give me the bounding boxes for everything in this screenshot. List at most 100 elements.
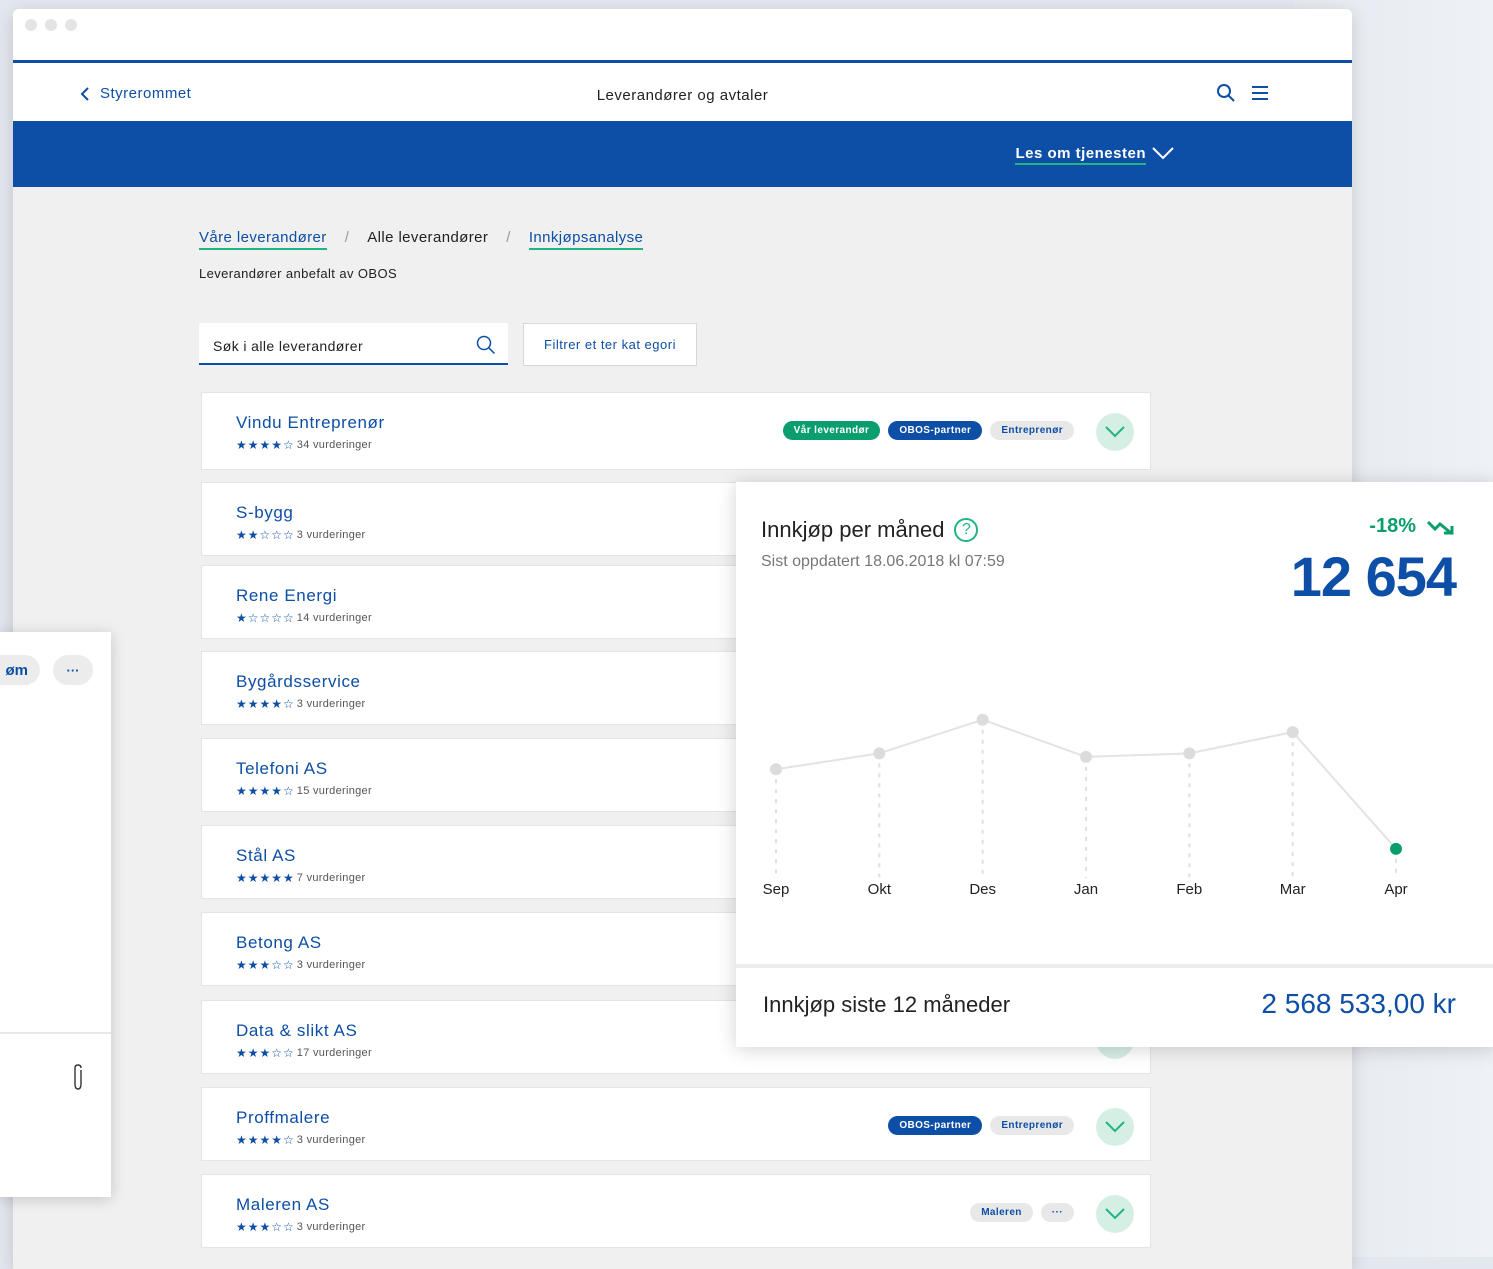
chevron-down-icon[interactable] [1152,145,1174,161]
data-point [770,763,782,776]
supplier-rating: ★★★☆☆ 3 vurderinger [236,958,366,972]
trend-down-icon [1426,520,1454,534]
window-maximize-dot[interactable] [65,19,77,31]
supplier-tags: OBOS-partner Entreprenør [888,1116,1074,1135]
supplier-rating: ★★★★☆ 15 vurderinger [236,784,372,798]
more-button[interactable]: ··· [53,655,93,685]
supplier-tags: Maleren ··· [970,1203,1074,1222]
filter-category-button[interactable]: Filtrer et ter kat egori [523,323,697,366]
rating-count: 7 vurderinger [296,872,366,884]
supplier-tag[interactable]: ··· [1040,1203,1074,1222]
rating-count: 34 vurderinger [296,439,372,451]
page-subtitle: Leverandører anbefalt av OBOS [199,266,398,281]
supplier-name[interactable]: Maleren AS [236,1195,330,1215]
breadcrumb-innkjopsanalyse[interactable]: Innkjøpsanalyse [528,229,644,250]
star-rating-icon: ★★★★☆ [236,784,295,798]
breadcrumb-alle-leverandorer: Alle leverandører [367,229,489,246]
star-rating-icon: ★★★★☆ [236,1133,295,1147]
star-rating-icon: ★★☆☆☆ [236,528,295,542]
rating-count: 17 vurderinger [296,1047,372,1059]
breadcrumb-vare-leverandorer[interactable]: Våre leverandører [199,229,327,250]
divider [736,964,1493,968]
read-more-link[interactable]: Les om tjenesten [1015,145,1146,165]
x-tick-label: Feb [1176,881,1202,898]
supplier-name[interactable]: Stål AS [236,846,296,866]
top-nav: Styrerommet Leverandører og avtaler [13,63,1352,121]
search-icon[interactable] [1216,83,1236,103]
star-rating-icon: ★★★★☆ [236,438,295,452]
supplier-name[interactable]: Vindu Entreprenør [236,413,385,433]
x-tick-label: Des [969,881,996,898]
stats-title-row: Innkjøp per måned ? [761,517,979,543]
supplier-name[interactable]: Telefoni AS [236,759,328,779]
data-point [1390,842,1402,855]
stats-change: -18% [1369,515,1456,538]
search-input-value: Søk i alle leverandører [213,338,364,354]
supplier-name[interactable]: Proffmalere [236,1108,330,1128]
nav-actions [1216,83,1270,103]
breadcrumb-separator: / [344,229,350,246]
supplier-tag[interactable]: Maleren [970,1203,1033,1222]
window-minimize-dot[interactable] [45,19,57,31]
stats-title: Innkjøp per måned [761,517,945,542]
expand-button[interactable] [1096,413,1134,451]
breadcrumb-separator: / [506,229,511,246]
star-rating-icon: ★★★★☆ [236,697,295,711]
purchase-line-chart: Sep Okt Des Jan Feb Mar Apr [763,713,1408,898]
rating-count: 14 vurderinger [296,612,372,624]
data-point [873,747,886,760]
supplier-name[interactable]: Rene Energi [236,586,337,606]
supplier-tag[interactable]: Vår leverandør [782,421,881,440]
window-close-dot[interactable] [25,19,37,31]
search-icon[interactable] [476,335,496,355]
star-rating-icon: ★☆☆☆☆ [236,611,295,625]
supplier-name[interactable]: Data & slikt AS [236,1021,357,1041]
data-point [1286,726,1299,739]
window-titlebar [13,9,1352,63]
x-tick-label: Sep [763,881,790,898]
search-input[interactable]: Søk i alle leverandører [199,323,508,365]
supplier-name[interactable]: Bygårdsservice [236,672,361,692]
supplier-tag[interactable]: Entreprenør [990,1116,1074,1135]
footer-value: 2 568 533,00 kr [1261,988,1456,1019]
rating-count: 15 vurderinger [296,785,372,797]
side-panel: øm ··· [0,632,111,1197]
supplier-row[interactable]: Maleren AS ★★★☆☆ 3 vurderinger Maleren ··· [201,1174,1151,1248]
rating-count: 3 vurderinger [296,1221,366,1233]
data-point [1080,750,1092,763]
star-rating-icon: ★★★☆☆ [236,1220,295,1234]
supplier-rating: ★★★★☆ 3 vurderinger [236,697,366,711]
supplier-rating: ★☆☆☆☆ 14 vurderinger [236,611,372,625]
rating-count: 3 vurderinger [296,698,366,710]
expand-button[interactable] [1096,1108,1134,1146]
menu-icon[interactable] [1250,83,1270,103]
info-banner: Les om tjenesten [13,121,1352,187]
divider [0,1032,111,1034]
supplier-row[interactable]: Vindu Entreprenør ★★★★☆ 34 vurderinger Vår … [201,392,1151,470]
chevron-down-icon [1105,426,1125,438]
supplier-rating: ★★★★★ 7 vurderinger [236,871,366,885]
purchase-stats-card: Innkjøp per måned ? Sist oppdatert 18.06… [736,482,1493,1047]
supplier-tag[interactable]: OBOS-partner [888,1116,983,1135]
star-rating-icon: ★★★☆☆ [236,958,295,972]
supplier-row[interactable]: Proffmalere ★★★★☆ 3 vurderinger OBOS-partne… [201,1087,1151,1161]
expand-button[interactable] [1096,1195,1134,1233]
supplier-tag[interactable]: Entreprenør [990,421,1074,440]
side-panel-pill[interactable]: øm [0,655,40,685]
supplier-rating: ★★☆☆☆ 3 vurderinger [236,528,366,542]
page-title: Leverandører og avtaler [596,87,769,104]
chevron-down-icon [1105,1208,1125,1220]
data-point [1183,747,1196,760]
supplier-rating: ★★★★☆ 3 vurderinger [236,1133,366,1147]
footer-label: Innkjøp siste 12 måneder [763,992,1011,1017]
breadcrumb: Våre leverandører / Alle leverandører / … [199,229,644,250]
x-tick-label: Jan [1074,881,1098,898]
supplier-tag[interactable]: OBOS-partner [888,421,983,440]
star-rating-icon: ★★★★★ [236,871,295,885]
paperclip-icon[interactable] [70,1062,86,1092]
x-tick-label: Mar [1280,881,1306,898]
supplier-name[interactable]: S-bygg [236,503,293,523]
help-icon[interactable]: ? [954,518,979,542]
supplier-name[interactable]: Betong AS [236,933,322,953]
rating-count: 3 vurderinger [296,1134,366,1146]
